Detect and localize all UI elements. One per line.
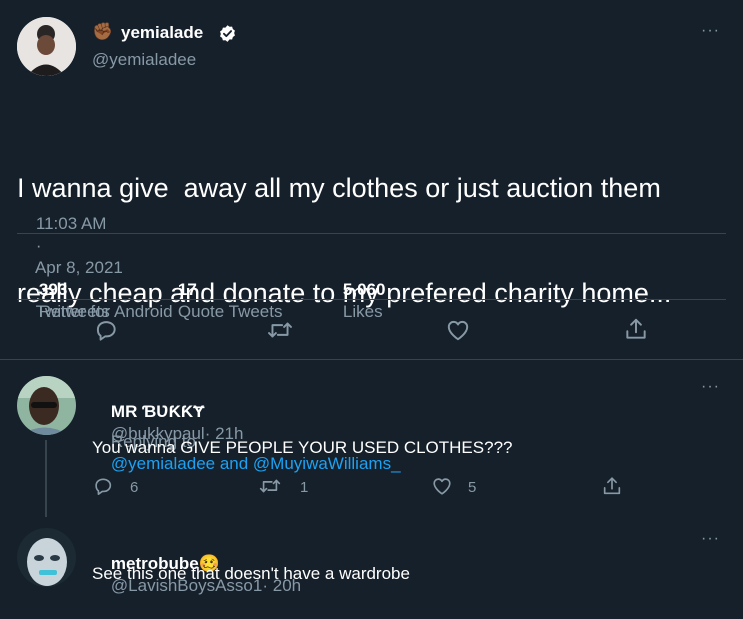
- retweets-count: 393: [38, 280, 68, 299]
- stat-quote-tweets[interactable]: 17 Quote Tweets: [159, 257, 283, 345]
- reply-text: You wanna GIVE PEOPLE YOUR USED CLOTHES?…: [92, 438, 513, 457]
- author-avatar[interactable]: [17, 17, 76, 76]
- more-options-icon[interactable]: ···: [701, 22, 720, 40]
- meta-separator: ·: [35, 236, 42, 255]
- stat-likes[interactable]: 5,060 Likes: [324, 257, 386, 345]
- tweet-time[interactable]: 11:03 AM: [36, 214, 107, 233]
- author-emoji: ✊🏾: [92, 22, 114, 41]
- retweet-icon[interactable]: [266, 317, 294, 343]
- reply-icon[interactable]: [92, 475, 114, 497]
- retweet-icon[interactable]: [258, 475, 282, 497]
- reply-avatar[interactable]: [17, 376, 76, 435]
- like-icon[interactable]: [431, 475, 453, 497]
- quotes-count: 17: [177, 280, 197, 299]
- divider: [17, 299, 726, 300]
- divider: [17, 233, 726, 234]
- more-options-icon[interactable]: ···: [701, 530, 720, 548]
- divider: [0, 359, 743, 360]
- reply-avatar[interactable]: [17, 528, 76, 587]
- author-handle[interactable]: @yemialadee: [92, 49, 196, 71]
- reply-icon[interactable]: [93, 317, 119, 343]
- share-icon[interactable]: [601, 475, 623, 497]
- reply-count: 6: [130, 479, 139, 496]
- author-name[interactable]: yemialade: [121, 22, 203, 44]
- like-count: 5: [468, 479, 477, 496]
- verified-badge-icon: [218, 24, 237, 43]
- retweet-count: 1: [300, 479, 309, 496]
- thread-line: [45, 440, 47, 517]
- share-icon[interactable]: [623, 316, 649, 342]
- likes-count: 5,060: [342, 280, 386, 299]
- more-options-icon[interactable]: ···: [701, 378, 720, 396]
- reply-text: See this one that doesn't have a wardrob…: [92, 564, 410, 583]
- likes-label: Likes: [342, 302, 383, 321]
- like-icon[interactable]: [445, 317, 471, 343]
